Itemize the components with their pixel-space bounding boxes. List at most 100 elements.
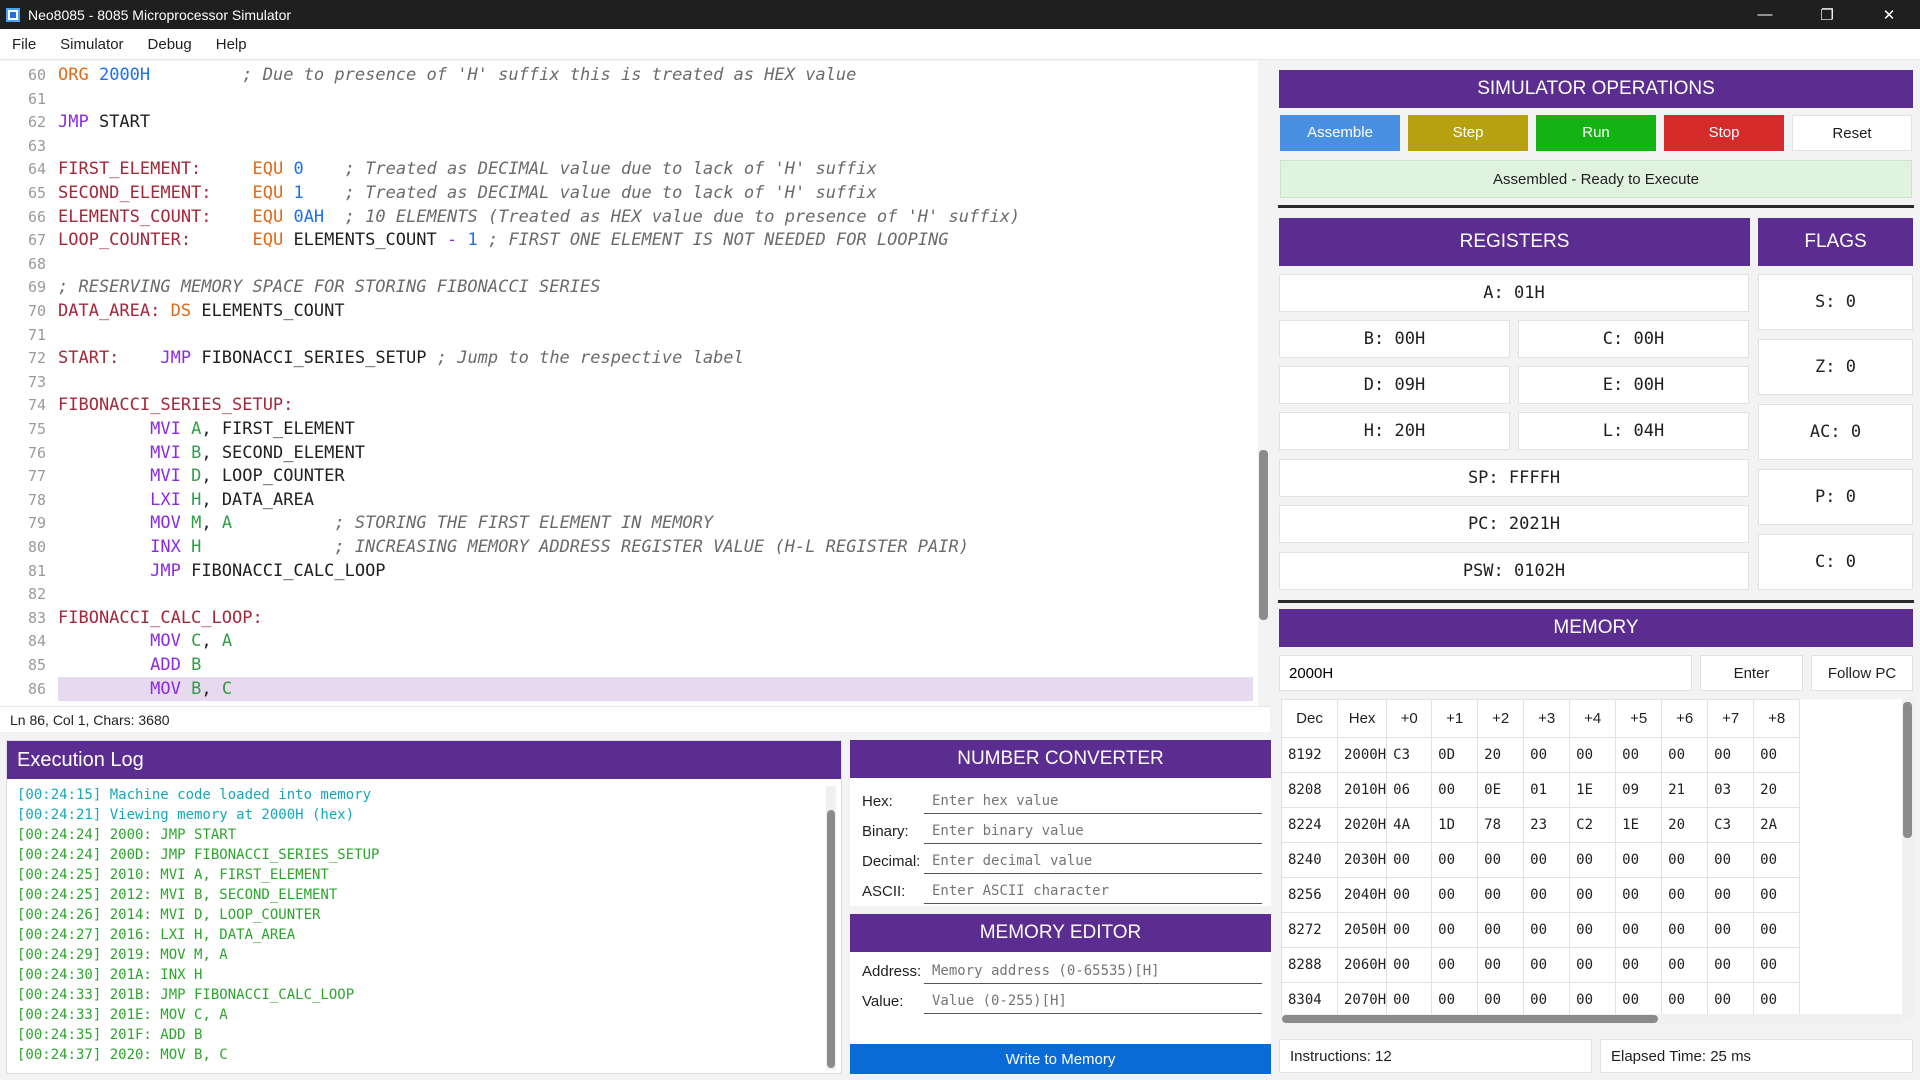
menu-help[interactable]: Help <box>204 29 259 60</box>
memory-column-header[interactable]: +0 <box>1386 699 1433 738</box>
memory-cell[interactable]: 00 <box>1753 947 1801 983</box>
memory-column-header[interactable]: Dec <box>1281 699 1338 738</box>
menu-debug[interactable]: Debug <box>136 29 204 60</box>
memory-cell[interactable]: 00 <box>1569 982 1617 1018</box>
code-line[interactable]: 84 MOV C, A <box>0 629 1255 653</box>
memory-row[interactable]: 8256 2040H 00 00 00 00 00 00 00 00 00 <box>1281 877 1801 913</box>
memory-cell[interactable]: 00 <box>1386 842 1433 878</box>
memory-cell[interactable]: 20 <box>1477 737 1525 773</box>
memory-row[interactable]: 8288 2060H 00 00 00 00 00 00 00 00 00 <box>1281 947 1801 983</box>
memory-cell[interactable]: 00 <box>1477 982 1525 1018</box>
memory-cell[interactable]: 00 <box>1661 912 1709 948</box>
code-line[interactable]: 62 JMP START <box>0 110 1255 134</box>
memory-column-header[interactable]: +3 <box>1523 699 1571 738</box>
code-line[interactable]: 66 ELEMENTS_COUNT: EQU 0AH ; 10 ELEMENTS … <box>0 205 1255 229</box>
code-line[interactable]: 79 MOV M, A ; STORING THE FIRST ELEMENT … <box>0 511 1255 535</box>
code-line[interactable]: 65 SECOND_ELEMENT: EQU 1 ; Treated as DEC… <box>0 181 1255 205</box>
memory-cell[interactable]: 21 <box>1661 772 1709 808</box>
memory-cell[interactable]: 00 <box>1707 912 1755 948</box>
memory-cell[interactable]: C3 <box>1386 737 1433 773</box>
code-line[interactable]: 67 LOOP_COUNTER: EQU ELEMENTS_COUNT - 1 ;… <box>0 228 1255 252</box>
memory-cell[interactable]: 00 <box>1431 877 1479 913</box>
memory-cell[interactable]: 00 <box>1661 982 1709 1018</box>
maximize-icon[interactable]: ❐ <box>1796 0 1858 29</box>
memory-column-header[interactable]: +2 <box>1477 699 1525 738</box>
memory-cell[interactable]: 00 <box>1615 947 1663 983</box>
memory-cell[interactable]: 23 <box>1523 807 1571 843</box>
memory-cell[interactable]: 00 <box>1615 842 1663 878</box>
memory-column-header[interactable]: +6 <box>1661 699 1709 738</box>
memory-cell[interactable]: 01 <box>1523 772 1571 808</box>
code-line[interactable]: 68 <box>0 252 1255 276</box>
memory-column-header[interactable]: Hex <box>1336 699 1388 738</box>
memory-cell[interactable]: 00 <box>1569 877 1617 913</box>
memory-cell[interactable]: 00 <box>1615 737 1663 773</box>
memory-column-header[interactable]: +8 <box>1753 699 1801 738</box>
code-line[interactable]: 61 <box>0 87 1255 111</box>
memory-cell[interactable]: 00 <box>1707 947 1755 983</box>
code-line[interactable]: 77 MVI D, LOOP_COUNTER <box>0 464 1255 488</box>
memory-cell[interactable]: 00 <box>1569 912 1617 948</box>
memory-cell[interactable]: 06 <box>1386 772 1433 808</box>
assemble-button[interactable]: Assemble <box>1280 115 1400 151</box>
memory-cell[interactable]: 00 <box>1431 947 1479 983</box>
memory-cell[interactable]: 00 <box>1477 842 1525 878</box>
memory-cell[interactable]: 03 <box>1707 772 1755 808</box>
code-line[interactable]: 74 FIBONACCI_SERIES_SETUP: <box>0 393 1255 417</box>
memory-cell[interactable]: 00 <box>1477 877 1525 913</box>
memory-cell[interactable]: 1D <box>1431 807 1479 843</box>
memory-cell[interactable]: 00 <box>1477 912 1525 948</box>
code-line[interactable]: 86 MOV B, C <box>0 677 1255 701</box>
memory-address-input[interactable] <box>1279 655 1692 691</box>
code-line[interactable]: 83 FIBONACCI_CALC_LOOP: <box>0 606 1255 630</box>
hex-input[interactable] <box>924 788 1262 814</box>
memory-cell[interactable]: 00 <box>1523 842 1571 878</box>
code-line[interactable]: 63 <box>0 134 1255 158</box>
memory-cell[interactable]: C2 <box>1569 807 1617 843</box>
mem-value-input[interactable] <box>924 988 1262 1014</box>
memory-cell[interactable]: 0D <box>1431 737 1479 773</box>
memory-column-header[interactable]: +4 <box>1569 699 1617 738</box>
memory-cell[interactable]: 00 <box>1753 842 1801 878</box>
memory-row[interactable]: 8208 2010H 06 00 0E 01 1E 09 21 03 20 <box>1281 772 1801 808</box>
mem-address-input[interactable] <box>924 958 1262 984</box>
memory-cell[interactable]: 0E <box>1477 772 1525 808</box>
memory-cell[interactable]: 4A <box>1386 807 1433 843</box>
memory-cell[interactable]: 78 <box>1477 807 1525 843</box>
memory-cell[interactable]: 00 <box>1569 947 1617 983</box>
memory-cell[interactable]: 00 <box>1386 947 1433 983</box>
memory-table[interactable]: Dec Hex +0 +1 +2 +3 +4 +5 +6 +7 +8 8192 2000H C3 0D 20… <box>1281 699 1902 1019</box>
code-line[interactable]: 71 <box>0 323 1255 347</box>
memory-cell[interactable]: 00 <box>1661 842 1709 878</box>
menu-simulator[interactable]: Simulator <box>48 29 135 60</box>
memory-cell[interactable]: 00 <box>1753 877 1801 913</box>
code-line[interactable]: 80 INX H ; INCREASING MEMORY ADDRESS REG… <box>0 535 1255 559</box>
close-icon[interactable]: ✕ <box>1858 0 1920 29</box>
code-line[interactable]: 75 MVI A, FIRST_ELEMENT <box>0 417 1255 441</box>
stop-button[interactable]: Stop <box>1664 115 1784 151</box>
memory-cell[interactable]: 20 <box>1661 807 1709 843</box>
ascii-input[interactable] <box>924 878 1262 904</box>
code-editor[interactable]: 60 ORG 2000H ; Due to presence of 'H' suf… <box>0 61 1260 706</box>
code-line[interactable]: 81 JMP FIBONACCI_CALC_LOOP <box>0 559 1255 583</box>
memory-cell[interactable]: 09 <box>1615 772 1663 808</box>
memory-cell[interactable]: 00 <box>1386 877 1433 913</box>
memory-cell[interactable]: 00 <box>1523 982 1571 1018</box>
code-line[interactable]: 73 <box>0 370 1255 394</box>
memory-cell[interactable]: 00 <box>1431 982 1479 1018</box>
memory-cell[interactable]: 00 <box>1707 842 1755 878</box>
memory-cell[interactable]: 00 <box>1523 877 1571 913</box>
memory-column-header[interactable]: +1 <box>1431 699 1479 738</box>
memory-cell[interactable]: 2A <box>1753 807 1801 843</box>
memory-cell[interactable]: 00 <box>1615 982 1663 1018</box>
follow-pc-button[interactable]: Follow PC <box>1811 655 1913 691</box>
reset-button[interactable]: Reset <box>1792 115 1912 151</box>
code-line[interactable]: 76 MVI B, SECOND_ELEMENT <box>0 441 1255 465</box>
decimal-input[interactable] <box>924 848 1262 874</box>
memory-cell[interactable]: 00 <box>1615 912 1663 948</box>
step-button[interactable]: Step <box>1408 115 1528 151</box>
memory-cell[interactable]: 00 <box>1523 947 1571 983</box>
run-button[interactable]: Run <box>1536 115 1656 151</box>
code-line[interactable]: 69 ; RESERVING MEMORY SPACE FOR STORING F… <box>0 275 1255 299</box>
menu-file[interactable]: File <box>0 29 48 60</box>
